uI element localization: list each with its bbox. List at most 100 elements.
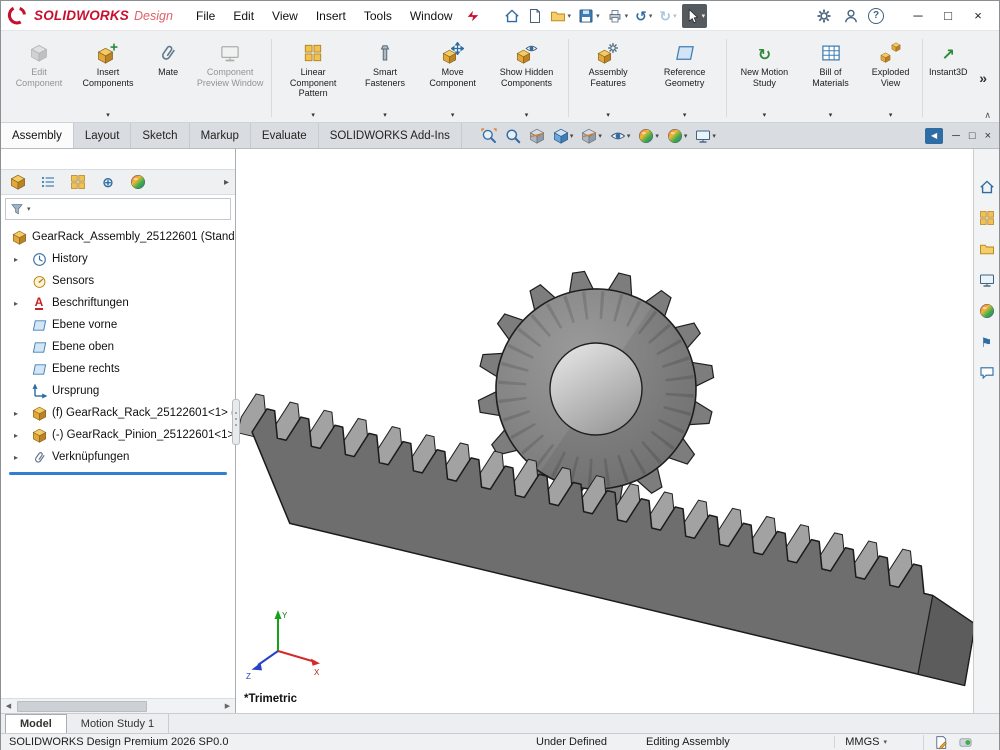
edit-appearance-button[interactable]: ▾ (635, 126, 662, 146)
custom-properties-icon[interactable]: ⚑ (977, 332, 997, 352)
caret-down-icon[interactable]: ▾ (525, 111, 529, 120)
caret-down-icon[interactable]: ▾ (596, 12, 600, 20)
design-library-icon[interactable] (977, 208, 997, 228)
ribbon-overflow-button[interactable]: » (971, 70, 995, 86)
caret-down-icon[interactable]: ▾ (451, 111, 455, 120)
view-palette-icon[interactable] (977, 270, 997, 290)
apply-scene-button[interactable]: ▾ (664, 126, 691, 146)
close-button[interactable]: × (963, 4, 993, 28)
tree-item-top-plane[interactable]: Ebene oben (1, 336, 235, 358)
reference-geometry-button[interactable]: Reference Geometry ▾ (646, 34, 724, 122)
zoom-to-area-button[interactable] (502, 126, 524, 146)
redo-button[interactable]: ↻▾ (657, 4, 678, 28)
zoom-fit-button[interactable] (478, 126, 500, 146)
featuremanager-tree-tab[interactable] (7, 171, 29, 193)
caret-down-icon[interactable]: ▾ (106, 111, 110, 120)
document-close-button[interactable]: × (985, 130, 991, 142)
maximize-button[interactable]: □ (933, 4, 963, 28)
document-restore-button[interactable]: □ (969, 130, 976, 142)
tab-assembly[interactable]: Assembly (1, 123, 74, 148)
forum-icon[interactable] (977, 363, 997, 383)
component-preview-window-button[interactable]: Component Preview Window ▾ (191, 34, 269, 122)
tab-layout[interactable]: Layout (74, 123, 132, 148)
caret-down-icon[interactable]: ▾ (829, 111, 833, 120)
caret-down-icon[interactable]: ▾ (383, 111, 387, 120)
file-explorer-icon[interactable] (977, 239, 997, 259)
new-motion-study-button[interactable]: ↻ New Motion Study ▾ (729, 34, 801, 122)
expand-caret-icon[interactable]: ▸ (14, 409, 18, 418)
expand-caret-icon[interactable]: ▸ (14, 453, 18, 462)
scrollbar-thumb[interactable] (17, 701, 147, 712)
tree-item-sensors[interactable]: Sensors (1, 270, 235, 292)
expand-caret-icon[interactable]: ▸ (14, 255, 18, 264)
home-icon[interactable] (977, 177, 997, 197)
configurationmanager-tab[interactable] (67, 171, 89, 193)
caret-down-icon[interactable]: ▾ (684, 132, 688, 140)
caret-down-icon[interactable]: ▾ (568, 12, 572, 20)
unit-system-dropdown[interactable]: MMGS ▾ (834, 736, 887, 748)
expand-caret-icon[interactable]: ▸ (14, 299, 18, 308)
view-settings-button[interactable]: ▾ (692, 126, 719, 146)
caret-down-icon[interactable]: ▾ (625, 12, 629, 20)
collapse-featuremanager-button[interactable]: ◀ (925, 128, 943, 144)
minimize-button[interactable]: ─ (903, 4, 933, 28)
tab-solidworks-add-ins[interactable]: SOLIDWORKS Add-Ins (319, 123, 462, 148)
smart-fasteners-button[interactable]: Smart Fasteners ▾ (352, 34, 418, 122)
appearances-icon[interactable] (977, 301, 997, 321)
menu-edit[interactable]: Edit (224, 5, 263, 27)
rollback-bar[interactable] (9, 472, 227, 475)
caret-down-icon[interactable]: ▾ (889, 111, 893, 120)
panel-overflow-chevron[interactable]: ▸ (224, 177, 229, 188)
caret-down-icon[interactable]: ▾ (570, 132, 574, 140)
status-toggle-icon[interactable] (958, 735, 973, 750)
new-document-button[interactable] (525, 4, 545, 28)
options-button[interactable] (814, 4, 834, 28)
home-button[interactable] (502, 4, 522, 28)
propertymanager-tab[interactable] (37, 171, 59, 193)
caret-down-icon[interactable]: ▾ (702, 12, 706, 20)
caret-down-icon[interactable]: ▾ (27, 205, 31, 213)
scroll-right-arrow-icon[interactable]: ▶ (220, 702, 235, 710)
tree-item-origin[interactable]: Ursprung (1, 380, 235, 402)
dimxpertmanager-tab[interactable]: ⊕ (97, 171, 119, 193)
caret-down-icon[interactable]: ▾ (627, 132, 631, 140)
caret-down-icon[interactable]: ▾ (649, 12, 653, 20)
tab-evaluate[interactable]: Evaluate (251, 123, 319, 148)
caret-down-icon[interactable]: ▾ (655, 132, 659, 140)
save-button[interactable]: ▾ (576, 4, 602, 28)
tree-item-front-plane[interactable]: Ebene vorne (1, 314, 235, 336)
account-button[interactable] (841, 4, 861, 28)
undo-button[interactable]: ↺▾ (633, 4, 654, 28)
tab-sketch[interactable]: Sketch (131, 123, 189, 148)
tree-item-rack-part[interactable]: ▸ (f) GearRack_Rack_25122601<1> ( (1, 402, 235, 424)
assembly-features-button[interactable]: Assembly Features ▾ (571, 34, 646, 122)
print-button[interactable]: ▾ (605, 4, 631, 28)
tree-item-right-plane[interactable]: Ebene rechts (1, 358, 235, 380)
display-style-button[interactable]: ▾ (578, 126, 605, 146)
open-button[interactable]: ▾ (548, 4, 574, 28)
caret-down-icon[interactable]: ▾ (673, 12, 677, 20)
show-hidden-components-button[interactable]: Show Hidden Components ▾ (488, 34, 566, 122)
mate-button[interactable]: Mate ▾ (145, 34, 191, 122)
menu-file[interactable]: File (187, 5, 224, 27)
caret-down-icon[interactable]: ▾ (598, 132, 602, 140)
linear-component-pattern-button[interactable]: Linear Component Pattern ▾ (274, 34, 352, 122)
help-button[interactable]: ? (868, 8, 884, 24)
section-view-button[interactable] (526, 126, 548, 146)
exploded-view-button[interactable]: Exploded View ▾ (861, 34, 920, 122)
displaymanager-tab[interactable] (127, 171, 149, 193)
tab-markup[interactable]: Markup (190, 123, 251, 148)
tree-item-pinion-part[interactable]: ▸ (-) GearRack_Pinion_25122601<1> (1, 424, 235, 446)
caret-down-icon[interactable]: ▾ (311, 111, 315, 120)
caret-down-icon[interactable]: ▾ (606, 111, 610, 120)
bill-of-materials-button[interactable]: Bill of Materials ▾ (800, 34, 861, 122)
expand-caret-icon[interactable]: ▸ (14, 431, 18, 440)
hide-show-items-button[interactable]: ▾ (607, 126, 634, 146)
view-orientation-button[interactable]: ▾ (550, 126, 577, 146)
tags-icon[interactable] (934, 735, 949, 750)
edit-component-button[interactable]: Edit Component ▾ (7, 34, 71, 122)
panel-splitter-handle[interactable] (232, 399, 240, 445)
menu-view[interactable]: View (263, 5, 307, 27)
insert-components-button[interactable]: Insert Components ▾ (71, 34, 145, 122)
solidworks-search-icon[interactable] (466, 9, 480, 23)
